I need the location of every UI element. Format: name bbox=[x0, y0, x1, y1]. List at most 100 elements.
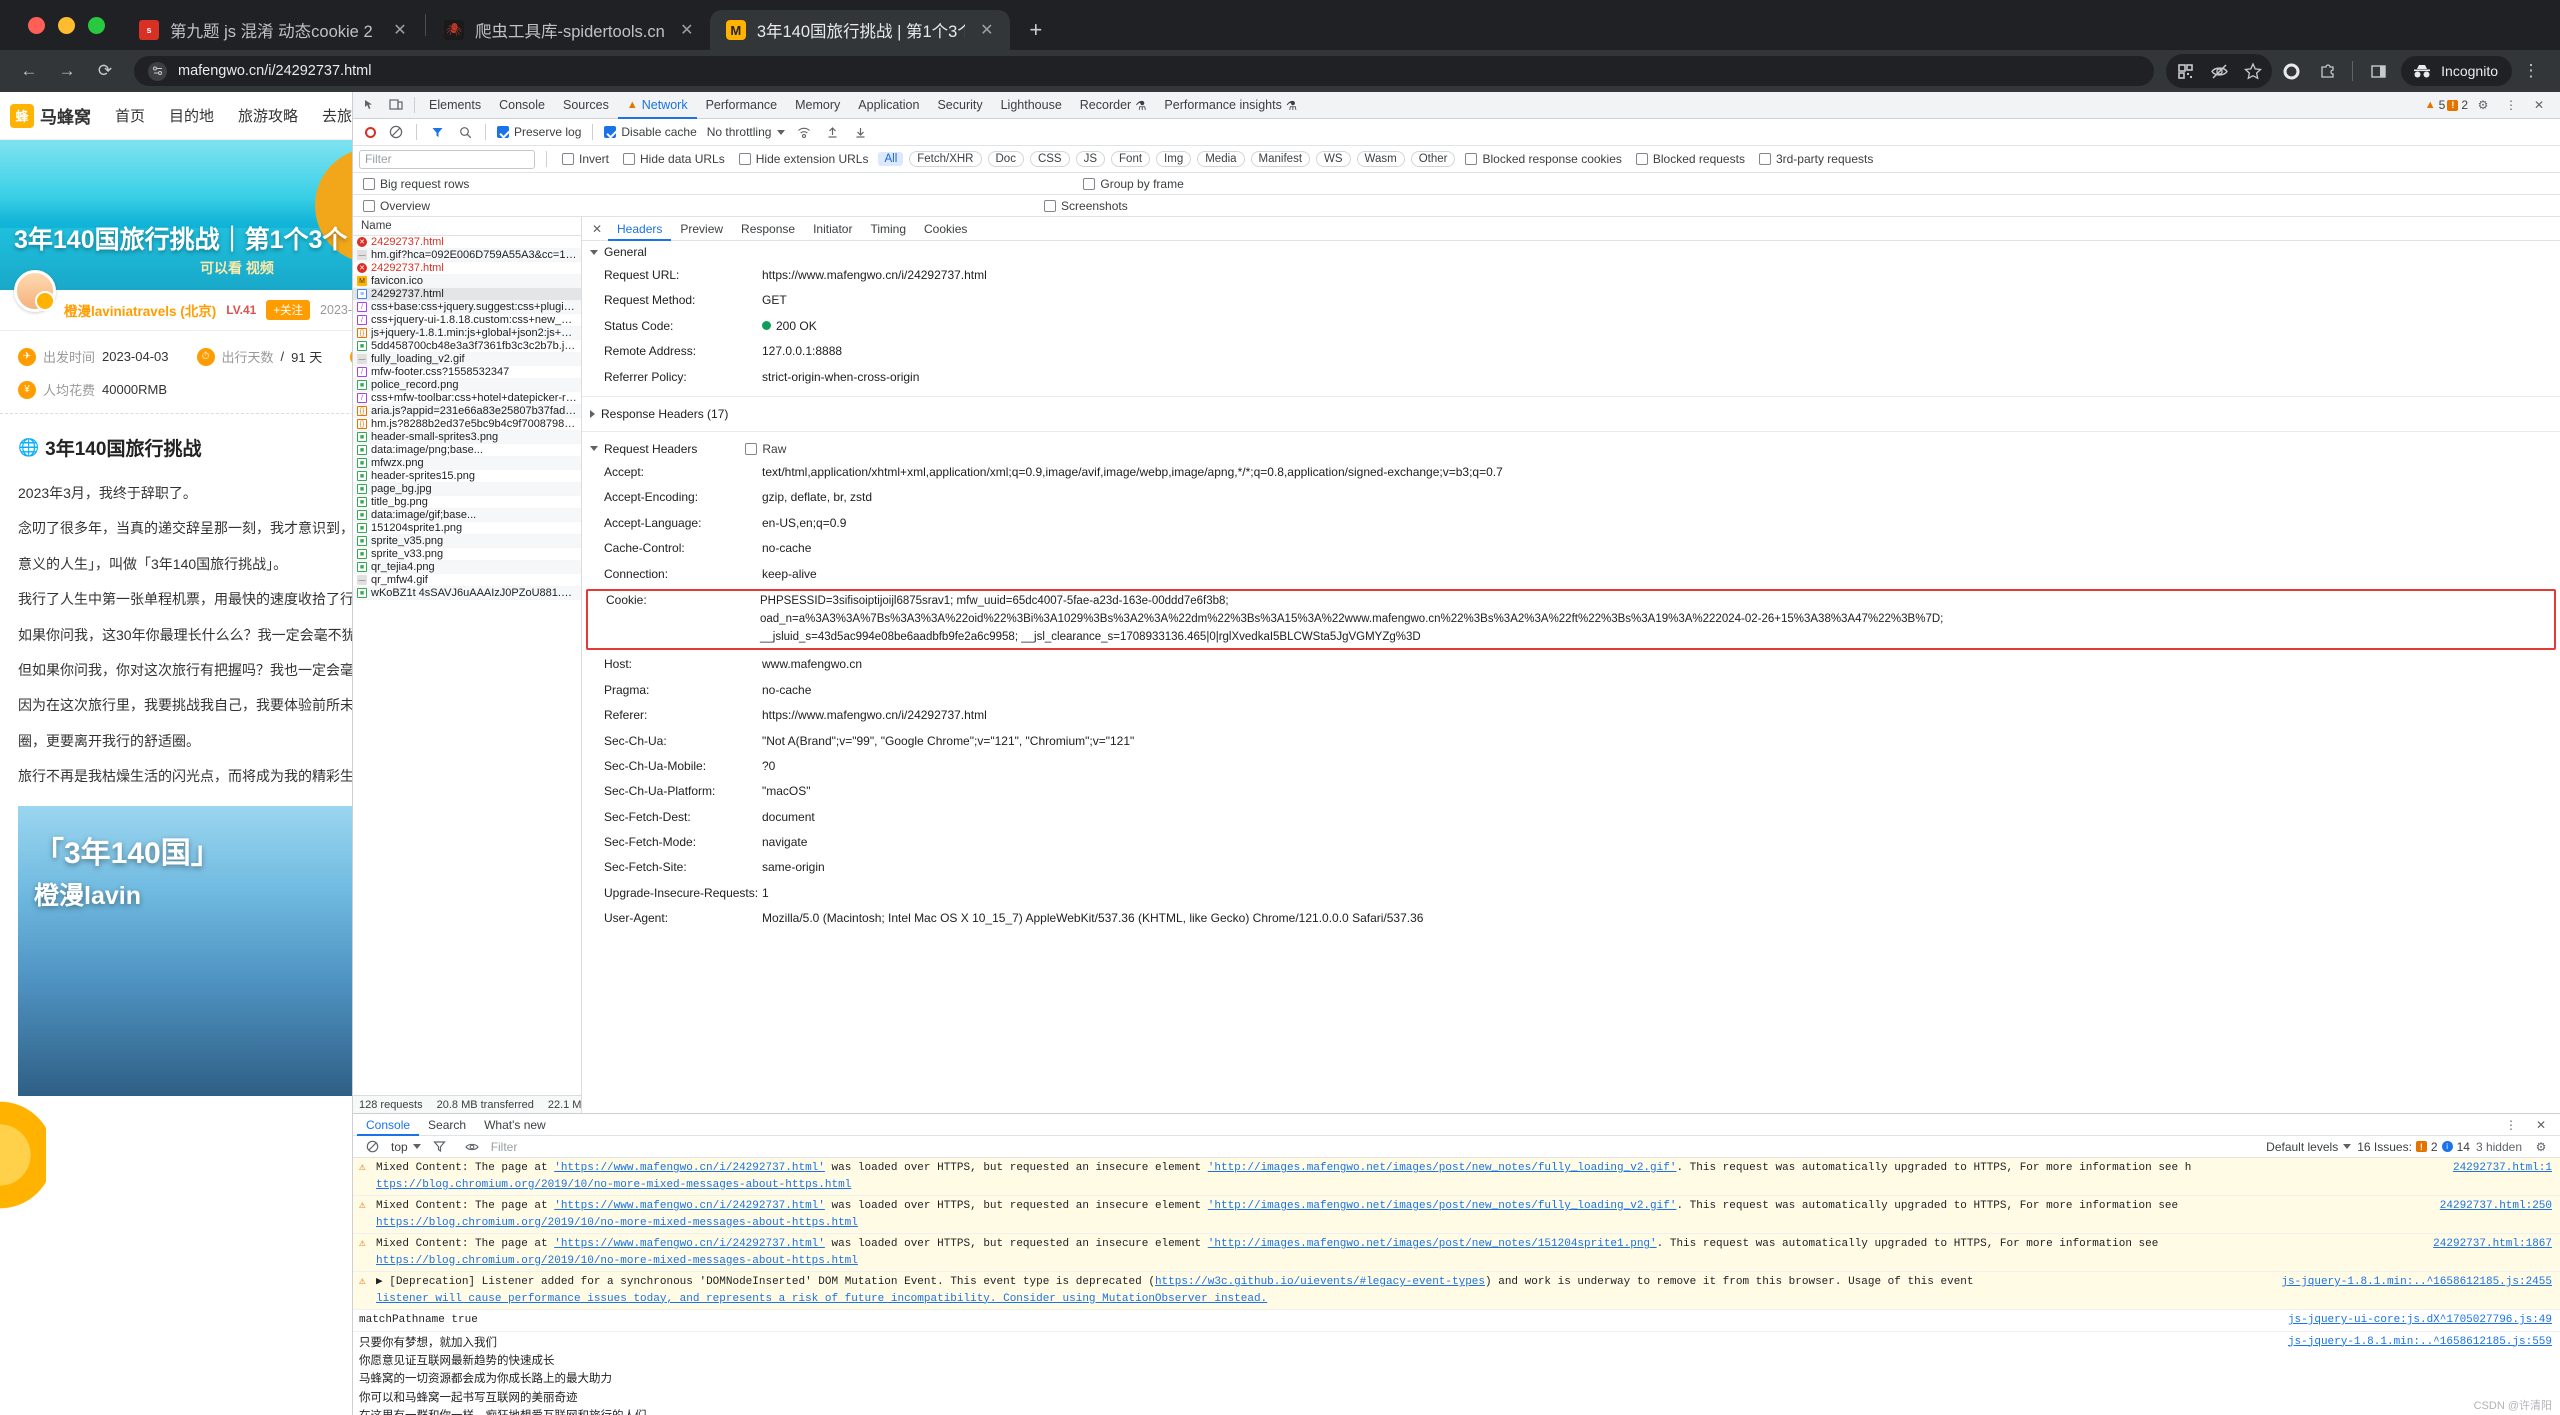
console-source-link[interactable]: 24292737.html:1 bbox=[2443, 1160, 2552, 1177]
disable-cache-checkbox[interactable]: Disable cache bbox=[604, 125, 696, 139]
console-message[interactable]: ⚠Mixed Content: The page at 'https://www… bbox=[353, 1158, 2560, 1196]
request-row[interactable]: {}aria.js?appid=231e66a83e25807b37fadae6… bbox=[353, 405, 581, 418]
address-bar[interactable]: mafengwo.cn/i/24292737.html bbox=[134, 56, 2154, 86]
request-row[interactable]: /css+jquery-ui-1.8.18.custom:css+new_not… bbox=[353, 314, 581, 327]
close-devtools-icon[interactable]: ✕ bbox=[2526, 93, 2552, 117]
request-row[interactable]: Mfavicon.ico bbox=[353, 275, 581, 288]
console-link[interactable]: https://blog.chromium.org/2019/10/no-mor… bbox=[376, 1217, 858, 1229]
console-eye-icon[interactable] bbox=[459, 1135, 485, 1159]
close-icon[interactable]: ✕ bbox=[389, 19, 411, 41]
avatar[interactable] bbox=[14, 270, 56, 312]
console-link[interactable]: 'https://www.mafengwo.cn/i/24292737.html… bbox=[554, 1200, 825, 1212]
third-party-requests-checkbox[interactable]: 3rd-party requests bbox=[1759, 152, 1873, 166]
devtools-tab-sources[interactable]: Sources bbox=[554, 92, 618, 119]
blocked-response-cookies-checkbox[interactable]: Blocked response cookies bbox=[1465, 152, 1621, 166]
invert-checkbox[interactable]: Invert bbox=[562, 152, 609, 166]
minimize-window-button[interactable] bbox=[58, 17, 75, 34]
devtools-tab-application[interactable]: Application bbox=[849, 92, 928, 119]
star-icon[interactable] bbox=[2236, 54, 2270, 88]
console-link[interactable]: 'https://www.mafengwo.cn/i/24292737.html… bbox=[554, 1238, 825, 1250]
request-row[interactable]: ■header-sprites15.png bbox=[353, 470, 581, 483]
request-row[interactable]: ■sprite_v35.png bbox=[353, 535, 581, 548]
author-name[interactable]: 橙漫laviniatravels (北京) bbox=[64, 300, 216, 320]
request-row[interactable]: ■header-small-sprites3.png bbox=[353, 431, 581, 444]
console-settings-icon[interactable]: ⚙ bbox=[2528, 1135, 2554, 1159]
console-message[interactable]: ⚠Mixed Content: The page at 'https://www… bbox=[353, 1234, 2560, 1272]
clear-console-icon[interactable] bbox=[359, 1135, 385, 1159]
console-source-link[interactable]: js-jquery-1.8.1.min:..^1658612185.js:559 bbox=[2278, 1334, 2552, 1351]
request-row[interactable]: —qr_mfw4.gif bbox=[353, 574, 581, 587]
console-filter-icon[interactable] bbox=[427, 1135, 453, 1159]
request-list[interactable]: Name ✕24292737.html—hm.gif?hca=092E006D7… bbox=[353, 217, 582, 1113]
console-link[interactable]: 'http://images.mafengwo.net/images/post/… bbox=[1208, 1162, 1677, 1174]
drawer-tab-search[interactable]: Search bbox=[419, 1114, 475, 1136]
close-detail-icon[interactable]: ✕ bbox=[586, 218, 608, 240]
devtools-tab-network[interactable]: ▲ Network bbox=[618, 92, 697, 119]
type-filter-fetch-xhr[interactable]: Fetch/XHR bbox=[909, 151, 981, 167]
type-filter-manifest[interactable]: Manifest bbox=[1251, 151, 1310, 167]
close-drawer-icon[interactable]: ✕ bbox=[2528, 1113, 2554, 1137]
eye-off-icon[interactable] bbox=[2202, 54, 2236, 88]
back-icon[interactable]: ← bbox=[12, 54, 46, 88]
site-nav-guides[interactable]: 旅游攻略 bbox=[238, 105, 298, 126]
forward-icon[interactable]: → bbox=[50, 54, 84, 88]
request-row[interactable]: ■page_bg.jpg bbox=[353, 483, 581, 496]
import-har-icon[interactable] bbox=[819, 120, 845, 144]
window-controls[interactable] bbox=[20, 0, 123, 50]
console-source-link[interactable]: js-jquery-ui-core:js.dX^1705027796.js:49 bbox=[2278, 1312, 2552, 1329]
network-conditions-icon[interactable] bbox=[791, 120, 817, 144]
type-filter-css[interactable]: CSS bbox=[1030, 151, 1070, 167]
console-link[interactable]: 'https://www.mafengwo.cn/i/24292737.html… bbox=[554, 1162, 825, 1174]
console-source-link[interactable]: js-jquery-1.8.1.min:..^1658612185.js:245… bbox=[2271, 1274, 2552, 1291]
blocked-requests-checkbox[interactable]: Blocked requests bbox=[1636, 152, 1745, 166]
screenshots-checkbox[interactable]: Screenshots bbox=[1044, 199, 1128, 213]
request-row[interactable]: ✕24292737.html bbox=[353, 236, 581, 249]
type-filter-img[interactable]: Img bbox=[1156, 151, 1191, 167]
request-row[interactable]: ■wKoBZ1t 4sSAVJ6uAAAIzJ0PZoU881.pnq?imag… bbox=[353, 587, 581, 600]
site-logo[interactable]: 蜂 马蜂窝 bbox=[10, 103, 91, 128]
drawer-tab-console[interactable]: Console bbox=[357, 1114, 419, 1136]
request-row[interactable]: ■5dd458700cb48e3a3f7361fb3c3c2b7b.jpeg?i… bbox=[353, 340, 581, 353]
maximize-window-button[interactable] bbox=[88, 17, 105, 34]
request-row[interactable]: ■data:image/png;base... bbox=[353, 444, 581, 457]
raw-checkbox[interactable]: Raw bbox=[745, 442, 786, 456]
console-source-link[interactable]: 24292737.html:250 bbox=[2430, 1198, 2552, 1215]
type-filter-doc[interactable]: Doc bbox=[988, 151, 1024, 167]
site-nav-destination[interactable]: 目的地 bbox=[169, 105, 214, 126]
request-row[interactable]: ■151204sprite1.png bbox=[353, 522, 581, 535]
device-toolbar-icon[interactable] bbox=[383, 93, 409, 117]
console-link[interactable]: 'http://images.mafengwo.net/images/post/… bbox=[1208, 1238, 1657, 1250]
record-button[interactable] bbox=[359, 121, 381, 143]
devtools-tab-lighthouse[interactable]: Lighthouse bbox=[992, 92, 1071, 119]
request-row[interactable]: /css+base:css+jquery.suggest:css+plugins… bbox=[353, 301, 581, 314]
request-row[interactable]: ■data:image/gif;base... bbox=[353, 509, 581, 522]
qr-code-icon[interactable] bbox=[2168, 54, 2202, 88]
detail-tab-cookies[interactable]: Cookies bbox=[915, 217, 976, 241]
type-filter-js[interactable]: JS bbox=[1076, 151, 1105, 167]
detail-tab-response[interactable]: Response bbox=[732, 217, 804, 241]
close-icon[interactable]: ✕ bbox=[676, 19, 698, 41]
detail-tab-headers[interactable]: Headers bbox=[608, 217, 671, 241]
console-filter-input[interactable] bbox=[491, 1138, 2260, 1155]
overview-checkbox[interactable]: Overview bbox=[363, 199, 430, 213]
type-filter-all[interactable]: All bbox=[878, 152, 903, 166]
request-row[interactable]: ■qr_tejia4.png bbox=[353, 561, 581, 574]
detail-tab-timing[interactable]: Timing bbox=[861, 217, 915, 241]
close-window-button[interactable] bbox=[28, 17, 45, 34]
detail-tab-preview[interactable]: Preview bbox=[671, 217, 732, 241]
search-icon[interactable] bbox=[452, 120, 478, 144]
circle-icon[interactable] bbox=[2274, 54, 2308, 88]
response-headers-section-header[interactable]: Response Headers (17) bbox=[582, 403, 2560, 425]
request-list-header[interactable]: Name bbox=[353, 217, 581, 236]
request-row[interactable]: /mfw-footer.css?1558532347 bbox=[353, 366, 581, 379]
devtools-menu-icon[interactable]: ⋮ bbox=[2498, 93, 2524, 117]
site-settings-icon[interactable] bbox=[148, 62, 167, 81]
gear-icon[interactable]: ⚙ bbox=[2470, 93, 2496, 117]
console-link[interactable]: https://blog.chromium.org/2019/10/no-mor… bbox=[376, 1255, 858, 1267]
console-messages[interactable]: ⚠Mixed Content: The page at 'https://www… bbox=[353, 1158, 2560, 1415]
console-link[interactable]: 'http://images.mafengwo.net/images/post/… bbox=[1208, 1200, 1677, 1212]
side-panel-icon[interactable] bbox=[2361, 54, 2395, 88]
group-by-frame-checkbox[interactable]: Group by frame bbox=[1083, 177, 1183, 191]
console-message[interactable]: matchPathname truejs-jquery-ui-core:js.d… bbox=[353, 1310, 2560, 1332]
type-filter-font[interactable]: Font bbox=[1111, 151, 1150, 167]
